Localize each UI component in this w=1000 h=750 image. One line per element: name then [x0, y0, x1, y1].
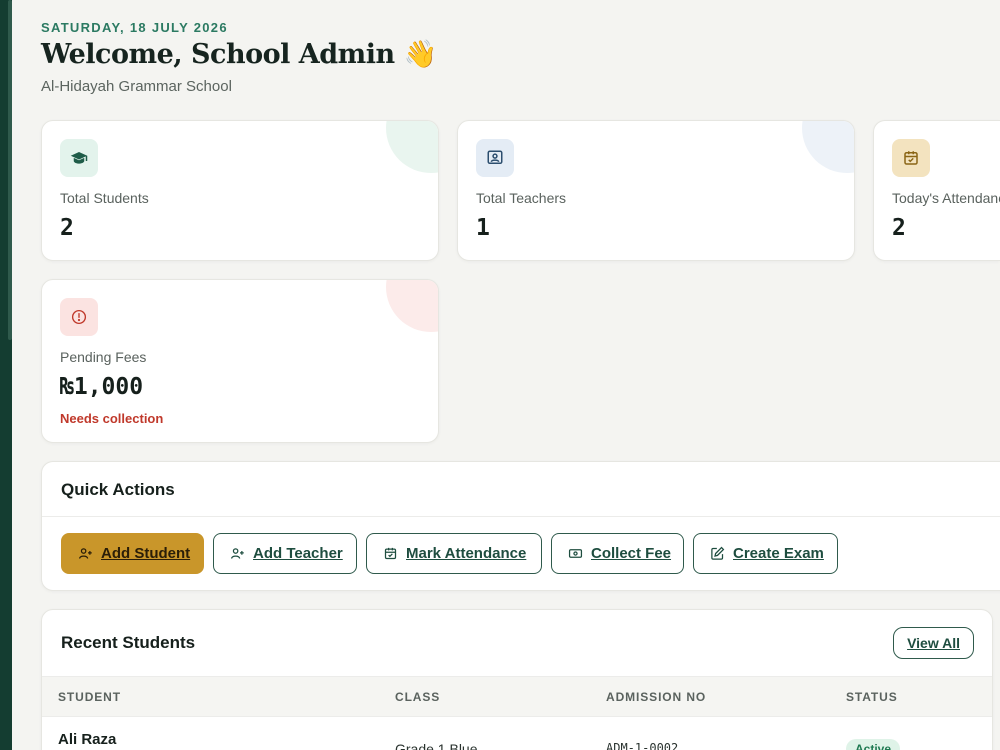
dashboard-main: SATURDAY, 18 JULY 2026 Welcome, School A…	[41, 0, 1000, 750]
stat-value: 1	[476, 215, 490, 241]
view-all-button[interactable]: View All	[893, 627, 974, 659]
quick-actions-title: Quick Actions	[61, 480, 175, 499]
stat-card-pending-fees[interactable]: Pending Fees ₨1,000 Needs collection	[41, 279, 439, 443]
add-student-button[interactable]: Add Student	[61, 533, 204, 574]
stat-card-total-students[interactable]: Total Students 2	[41, 120, 439, 261]
recent-students-title: Recent Students	[61, 633, 196, 652]
stat-label: Total Teachers	[476, 190, 567, 206]
button-label: Add Student	[101, 545, 191, 562]
column-header-status[interactable]: STATUS	[846, 690, 898, 704]
quick-actions-buttons: Add Student Add Teacher Mark Attendance …	[61, 533, 838, 574]
status-badge: Active	[846, 739, 901, 750]
admission-number: ADM-1-0002	[606, 741, 679, 750]
edit-icon	[711, 546, 725, 560]
button-label: Create Exam	[733, 545, 824, 562]
cash-icon	[568, 549, 583, 558]
stat-value: 2	[892, 215, 906, 241]
student-name[interactable]: Ali Raza	[58, 731, 116, 748]
button-label: Mark Attendance	[406, 545, 527, 562]
sidebar-edge	[0, 0, 12, 750]
button-label: Add Teacher	[253, 545, 343, 562]
stat-value: 2	[60, 215, 74, 241]
calendar-check-icon	[384, 547, 397, 560]
school-name: Al-Hidayah Grammar School	[41, 78, 232, 95]
column-header-class[interactable]: CLASS	[395, 690, 440, 704]
button-label: Collect Fee	[591, 545, 672, 562]
user-plus-icon	[230, 548, 244, 559]
divider	[42, 516, 1000, 517]
sidebar-scrollbar[interactable]	[8, 0, 12, 340]
create-exam-button[interactable]: Create Exam	[693, 533, 838, 574]
current-date: SATURDAY, 18 JULY 2026	[41, 20, 228, 35]
calendar-check-icon	[892, 139, 930, 177]
add-teacher-button[interactable]: Add Teacher	[213, 533, 357, 574]
user-plus-icon	[78, 548, 92, 559]
table-header: STUDENT CLASS ADMISSION NO STATUS	[42, 676, 992, 717]
collect-fee-button[interactable]: Collect Fee	[551, 533, 684, 574]
teacher-board-icon	[476, 139, 514, 177]
graduation-cap-icon	[60, 139, 98, 177]
stat-label: Today's Attendance	[892, 190, 1000, 206]
student-class: Grade 1 Blue	[395, 741, 478, 750]
column-header-student[interactable]: STUDENT	[58, 690, 121, 704]
column-header-admission-no[interactable]: ADMISSION NO	[606, 690, 706, 704]
stat-card-todays-attendance[interactable]: Today's Attendance 2	[873, 120, 1000, 261]
decorative-circle	[802, 121, 854, 173]
stat-card-total-teachers[interactable]: Total Teachers 1	[457, 120, 855, 261]
alert-circle-icon	[60, 298, 98, 336]
mark-attendance-button[interactable]: Mark Attendance	[366, 533, 542, 574]
decorative-circle	[386, 280, 438, 332]
stat-note: Needs collection	[60, 411, 164, 426]
quick-actions-card: Quick Actions Add Student Add Teacher Ma…	[41, 461, 1000, 591]
recent-students-card: Recent Students View All STUDENT CLASS A…	[41, 609, 993, 750]
stat-label: Total Students	[60, 190, 149, 206]
decorative-circle	[386, 121, 438, 173]
page-title: Welcome, School Admin 👋	[41, 39, 437, 70]
stat-label: Pending Fees	[60, 349, 147, 365]
stat-value: ₨1,000	[60, 374, 144, 400]
